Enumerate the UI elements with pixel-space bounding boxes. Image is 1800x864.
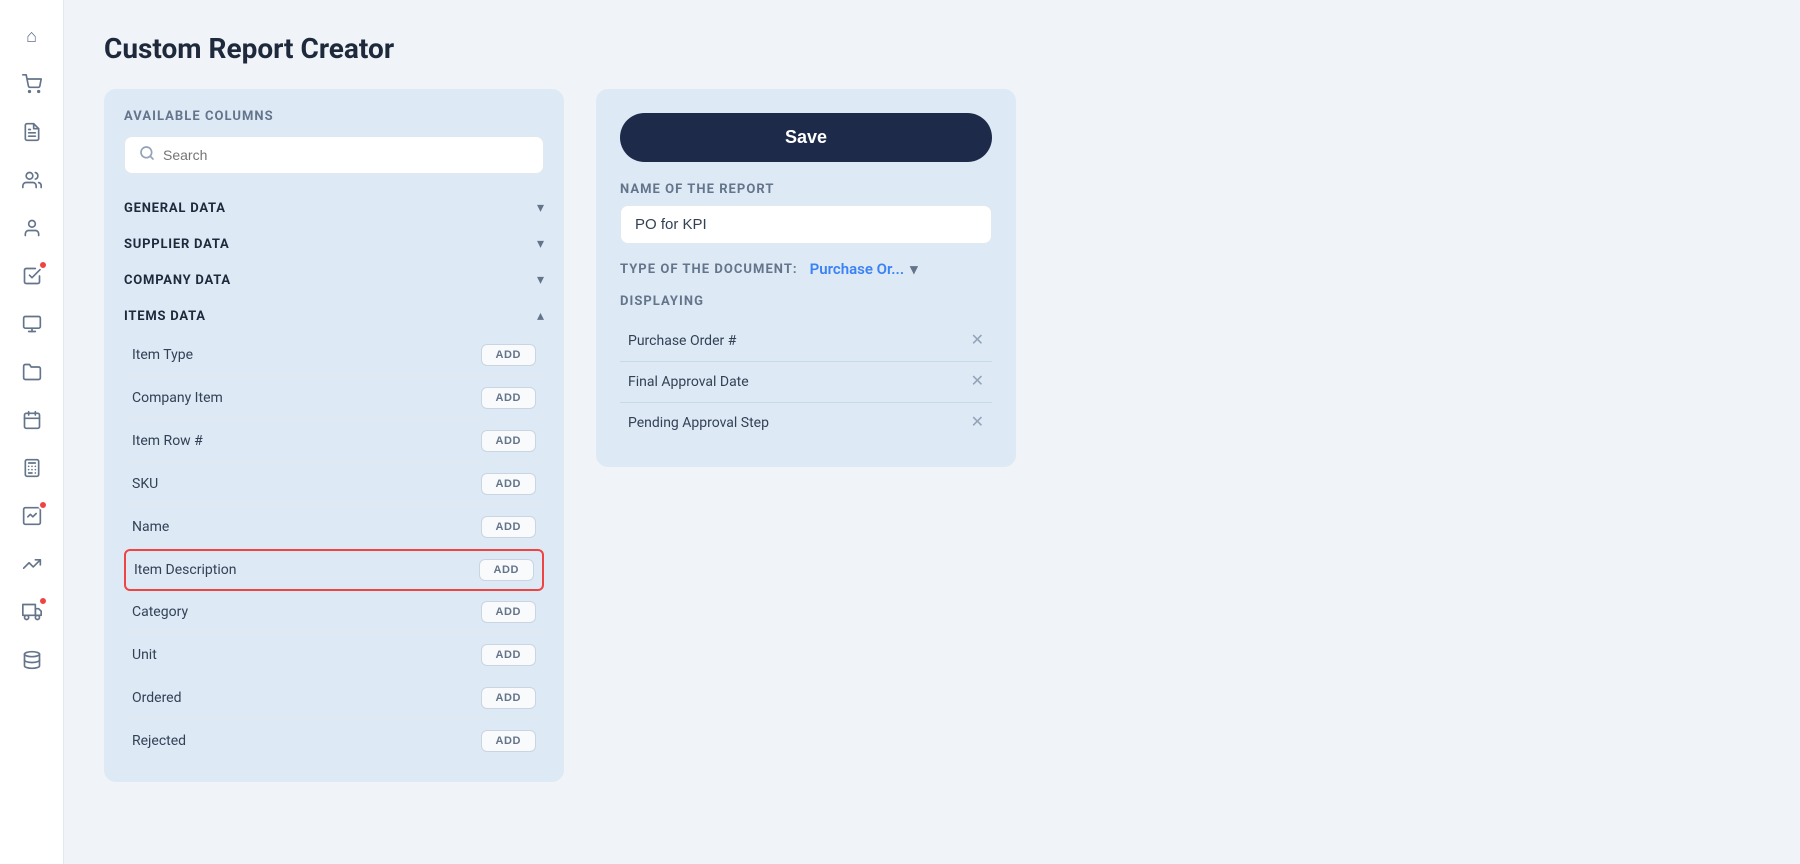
doc-type-label: TYPE OF THE DOCUMENT: [620, 262, 798, 277]
home-icon[interactable]: ⌂ [12, 16, 52, 56]
add-name-button[interactable]: ADD [481, 516, 536, 538]
column-row-item-type: Item Type ADD [124, 334, 544, 377]
items-data-label: ITEMS DATA [124, 309, 206, 324]
displaying-label: DISPLAYING [620, 294, 992, 309]
doc-type-value: Purchase Or... [810, 260, 904, 278]
columns-list: GENERAL DATA ▾ SUPPLIER DATA ▾ COMPANY D… [124, 190, 544, 762]
column-row-item-description: Item Description ADD [124, 549, 544, 591]
reports-icon[interactable] [12, 304, 52, 344]
shopping-cart-icon[interactable] [12, 64, 52, 104]
column-name-rejected: Rejected [132, 733, 186, 749]
calculator-icon[interactable] [12, 448, 52, 488]
add-item-row-button[interactable]: ADD [481, 430, 536, 452]
column-row-sku: SKU ADD [124, 463, 544, 506]
general-data-chevron: ▾ [537, 200, 544, 216]
users-icon[interactable] [12, 160, 52, 200]
display-item-name-pending-approval: Pending Approval Step [628, 415, 769, 431]
report-name-label: NAME OF THE REPORT [620, 182, 992, 197]
column-row-company-item: Company Item ADD [124, 377, 544, 420]
remove-final-approval-button[interactable]: ✕ [971, 374, 984, 390]
doc-type-chevron-icon: ▾ [910, 260, 918, 278]
display-items-list: Purchase Order # ✕ Final Approval Date ✕… [620, 321, 992, 443]
display-item-name-final-approval: Final Approval Date [628, 374, 749, 390]
search-icon [139, 145, 155, 165]
calendar-icon[interactable] [12, 400, 52, 440]
database-icon[interactable] [12, 640, 52, 680]
column-name-name: Name [132, 519, 169, 535]
column-name-company-item: Company Item [132, 390, 223, 406]
page-title: Custom Report Creator [104, 32, 1760, 65]
column-row-name: Name ADD [124, 506, 544, 549]
supplier-data-label: SUPPLIER DATA [124, 237, 230, 252]
display-item-purchase-order: Purchase Order # ✕ [620, 321, 992, 362]
column-name-ordered: Ordered [132, 690, 182, 706]
column-name-sku: SKU [132, 476, 158, 492]
display-item-name-purchase-order: Purchase Order # [628, 333, 736, 349]
company-data-label: COMPANY DATA [124, 273, 231, 288]
doc-type-row: TYPE OF THE DOCUMENT: Purchase Or... ▾ [620, 260, 992, 278]
add-item-description-button[interactable]: ADD [479, 559, 534, 581]
column-name-unit: Unit [132, 647, 157, 663]
column-row-ordered: Ordered ADD [124, 677, 544, 720]
supplier-data-chevron: ▾ [537, 236, 544, 252]
add-unit-button[interactable]: ADD [481, 644, 536, 666]
delivery-icon[interactable] [12, 592, 52, 632]
column-name-item-description: Item Description [134, 562, 236, 578]
add-ordered-button[interactable]: ADD [481, 687, 536, 709]
checklist-icon[interactable] [12, 256, 52, 296]
report-panel: Save NAME OF THE REPORT TYPE OF THE DOCU… [596, 89, 1016, 467]
company-data-chevron: ▾ [537, 272, 544, 288]
display-item-final-approval: Final Approval Date ✕ [620, 362, 992, 403]
remove-purchase-order-button[interactable]: ✕ [971, 333, 984, 349]
add-rejected-button[interactable]: ADD [481, 730, 536, 752]
save-button[interactable]: Save [620, 113, 992, 162]
person-icon[interactable] [12, 208, 52, 248]
files-icon[interactable] [12, 352, 52, 392]
section-items-data[interactable]: ITEMS DATA ▴ [124, 298, 544, 334]
column-row-rejected: Rejected ADD [124, 720, 544, 762]
search-box [124, 136, 544, 174]
analytics-icon[interactable] [12, 496, 52, 536]
add-sku-button[interactable]: ADD [481, 473, 536, 495]
add-item-type-button[interactable]: ADD [481, 344, 536, 366]
trend-icon[interactable] [12, 544, 52, 584]
section-company-data[interactable]: COMPANY DATA ▾ [124, 262, 544, 298]
add-category-button[interactable]: ADD [481, 601, 536, 623]
column-name-item-type: Item Type [132, 347, 193, 363]
add-company-item-button[interactable]: ADD [481, 387, 536, 409]
remove-pending-approval-button[interactable]: ✕ [971, 415, 984, 431]
search-input[interactable] [163, 147, 529, 163]
sidebar: ⌂ [0, 0, 64, 864]
content-area: AVAILABLE COLUMNS GENERAL DATA ▾ SUPPLIE… [104, 89, 1760, 782]
column-row-item-row: Item Row # ADD [124, 420, 544, 463]
main-content: Custom Report Creator AVAILABLE COLUMNS … [64, 0, 1800, 864]
invoice-icon[interactable] [12, 112, 52, 152]
column-name-category: Category [132, 604, 188, 620]
column-name-item-row: Item Row # [132, 433, 203, 449]
section-supplier-data[interactable]: SUPPLIER DATA ▾ [124, 226, 544, 262]
column-row-category: Category ADD [124, 591, 544, 634]
column-row-unit: Unit ADD [124, 634, 544, 677]
panel-title: AVAILABLE COLUMNS [124, 109, 544, 124]
display-item-pending-approval: Pending Approval Step ✕ [620, 403, 992, 443]
items-data-chevron: ▴ [537, 308, 544, 324]
section-general-data[interactable]: GENERAL DATA ▾ [124, 190, 544, 226]
columns-panel: AVAILABLE COLUMNS GENERAL DATA ▾ SUPPLIE… [104, 89, 564, 782]
doc-type-select[interactable]: Purchase Or... ▾ [810, 260, 918, 278]
general-data-label: GENERAL DATA [124, 201, 226, 216]
report-name-input[interactable] [620, 205, 992, 244]
